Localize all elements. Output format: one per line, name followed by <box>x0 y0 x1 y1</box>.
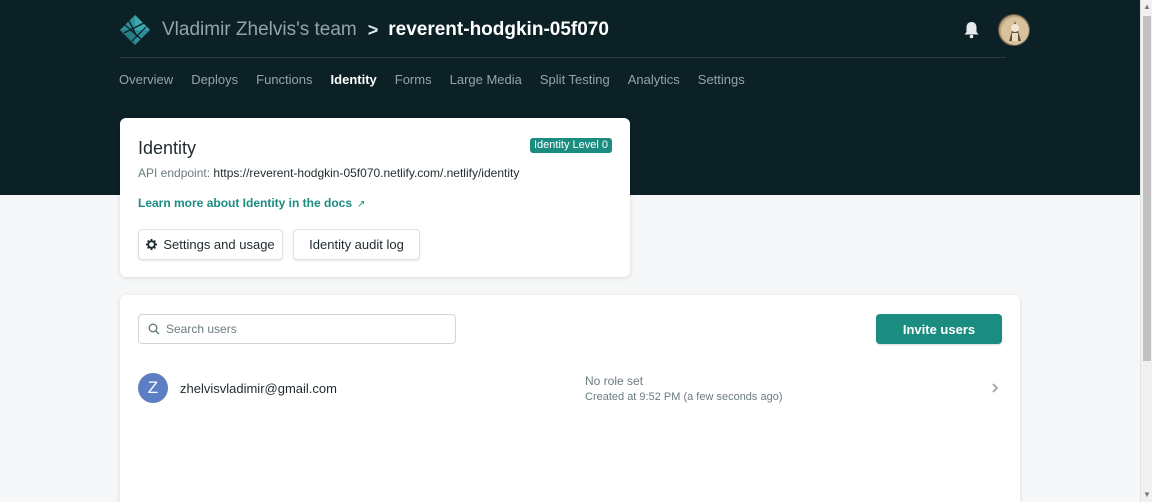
bell-icon[interactable] <box>963 20 980 40</box>
identity-card: Identity Identity Level 0 API endpoint: … <box>120 118 630 277</box>
user-email: zhelvisvladimir@gmail.com <box>180 381 337 396</box>
gear-icon <box>146 239 158 250</box>
tab-identity[interactable]: Identity <box>331 72 377 88</box>
user-role: No role set <box>585 374 644 388</box>
tab-forms[interactable]: Forms <box>395 72 432 88</box>
user-initial-avatar: Z <box>138 373 168 403</box>
breadcrumb-team[interactable]: Vladimir Zhelvis's team <box>162 19 357 41</box>
settings-and-usage-button[interactable]: Settings and usage <box>138 229 283 260</box>
external-link-icon: ↗ <box>357 199 366 210</box>
api-endpoint-url: https://reverent-hodgkin-05f070.netlify.… <box>213 166 520 180</box>
breadcrumb-separator-icon: > <box>367 19 379 40</box>
user-avatar-icon[interactable] <box>998 14 1030 46</box>
netlify-logo-icon[interactable] <box>119 14 151 46</box>
tab-settings[interactable]: Settings <box>698 72 745 88</box>
tab-overview[interactable]: Overview <box>119 72 173 88</box>
scrollbar-thumb[interactable] <box>1143 16 1151 361</box>
breadcrumb: Vladimir Zhelvis's team > reverent-hodgk… <box>162 19 609 41</box>
page-scrollbar[interactable]: ▲ ▼ <box>1140 0 1152 502</box>
identity-docs-link[interactable]: Learn more about Identity in the docs ↗ <box>138 196 365 210</box>
search-icon <box>148 323 160 335</box>
scroll-down-arrow-icon[interactable]: ▼ <box>1141 488 1152 502</box>
invite-users-button[interactable]: Invite users <box>876 314 1002 344</box>
site-nav-tabs: Overview Deploys Functions Identity Form… <box>119 72 763 88</box>
api-endpoint: API endpoint: https://reverent-hodgkin-0… <box>138 166 519 180</box>
search-users-input[interactable] <box>166 322 446 336</box>
docs-link-label[interactable]: Learn more about Identity in the docs <box>138 196 352 210</box>
identity-audit-log-button[interactable]: Identity audit log <box>293 229 420 260</box>
api-endpoint-label: API endpoint: <box>138 166 214 180</box>
header-divider <box>119 57 1006 58</box>
search-box[interactable] <box>138 314 456 344</box>
audit-button-label: Identity audit log <box>309 237 404 252</box>
users-card: Invite users Z zhelvisvladimir@gmail.com… <box>120 295 1020 502</box>
tab-functions[interactable]: Functions <box>256 72 312 88</box>
settings-button-label: Settings and usage <box>163 237 275 252</box>
identity-level-badge: Identity Level 0 <box>530 138 612 153</box>
tab-analytics[interactable]: Analytics <box>628 72 680 88</box>
tab-deploys[interactable]: Deploys <box>191 72 238 88</box>
breadcrumb-site[interactable]: reverent-hodgkin-05f070 <box>388 19 609 41</box>
scroll-up-arrow-icon[interactable]: ▲ <box>1141 0 1152 14</box>
chevron-right-icon[interactable] <box>991 382 999 394</box>
tab-split-testing[interactable]: Split Testing <box>540 72 610 88</box>
tab-large-media[interactable]: Large Media <box>450 72 522 88</box>
user-row[interactable]: Z zhelvisvladimir@gmail.com No role set … <box>120 369 1020 411</box>
user-created-at: Created at 9:52 PM (a few seconds ago) <box>585 391 783 403</box>
identity-title: Identity <box>138 138 197 158</box>
